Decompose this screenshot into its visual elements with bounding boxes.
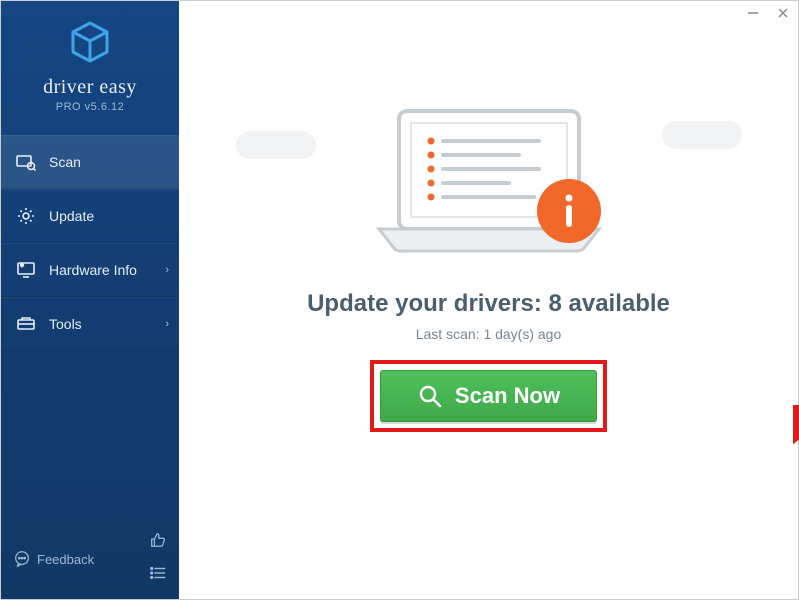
- brand-name: driver easy: [43, 76, 137, 99]
- close-button[interactable]: [768, 1, 798, 25]
- headline: Update your drivers: 8 available: [307, 290, 670, 318]
- minimize-button[interactable]: [738, 1, 768, 25]
- feedback-label: Feedback: [37, 552, 94, 567]
- sidebar-item-tools[interactable]: Tools ›: [1, 297, 179, 351]
- window-controls: [738, 1, 798, 25]
- laptop-illustration: [359, 101, 619, 266]
- sidebar: driver easy PRO v5.6.12 Scan: [1, 1, 179, 599]
- nav: Scan Update i: [1, 135, 179, 521]
- chevron-right-icon: ›: [165, 318, 169, 330]
- list-icon[interactable]: [149, 564, 167, 587]
- sidebar-item-label: Update: [49, 208, 94, 224]
- main-area: Update your drivers: 8 available Last sc…: [179, 1, 798, 599]
- scan-now-button[interactable]: Scan Now: [380, 370, 597, 422]
- sidebar-item-label: Tools: [49, 316, 82, 332]
- last-scan-text: Last scan: 1 day(s) ago: [416, 326, 562, 342]
- scan-now-label: Scan Now: [455, 383, 560, 409]
- sidebar-item-label: Scan: [49, 154, 81, 170]
- gear-icon: [15, 206, 37, 226]
- sidebar-item-scan[interactable]: Scan: [1, 135, 179, 189]
- sidebar-item-update[interactable]: Update: [1, 189, 179, 243]
- feedback-button[interactable]: Feedback: [13, 550, 149, 568]
- search-icon: [417, 383, 443, 409]
- footer-icons: [149, 531, 167, 587]
- chat-icon: [13, 550, 31, 568]
- sidebar-footer: Feedback: [1, 521, 179, 599]
- tools-icon: [15, 314, 37, 334]
- monitor-icon: i: [15, 260, 37, 280]
- sidebar-item-label: Hardware Info: [49, 262, 137, 278]
- annotation-arrow: [793, 405, 799, 515]
- chevron-right-icon: ›: [165, 264, 169, 276]
- scan-icon: [15, 152, 37, 172]
- brand-version: PRO v5.6.12: [56, 101, 124, 113]
- logo-icon: [67, 19, 113, 70]
- logo-area: driver easy PRO v5.6.12: [1, 1, 179, 121]
- app-window: driver easy PRO v5.6.12 Scan: [0, 0, 799, 600]
- sidebar-item-hardware-info[interactable]: i Hardware Info ›: [1, 243, 179, 297]
- scan-button-highlight: Scan Now: [370, 360, 607, 432]
- thumbs-up-icon[interactable]: [149, 531, 167, 554]
